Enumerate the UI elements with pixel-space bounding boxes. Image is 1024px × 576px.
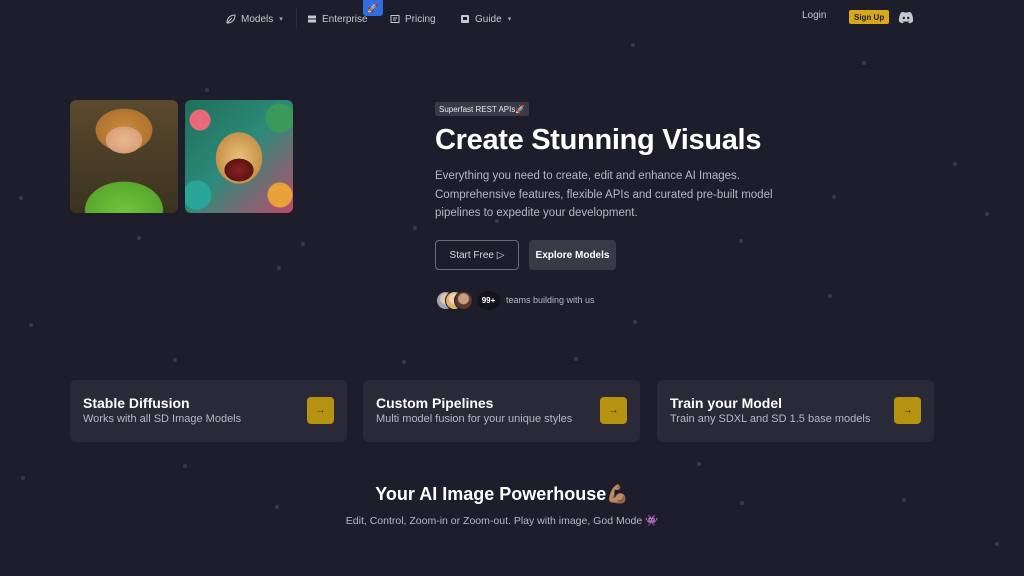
feature-card-subtitle: Multi model fusion for your unique style… xyxy=(376,413,572,425)
nav-divider xyxy=(296,8,297,28)
avatar xyxy=(454,291,473,310)
background-dot xyxy=(574,357,578,361)
start-free-button[interactable]: Start Free ▷ xyxy=(435,240,519,270)
chevron-down-icon: ▾ xyxy=(508,15,512,23)
background-dot xyxy=(631,43,635,47)
signup-button[interactable]: Sign Up xyxy=(849,10,889,24)
feature-card-stable-diffusion[interactable]: Stable Diffusion Works with all SD Image… xyxy=(70,380,347,442)
hero-description: Everything you need to create, edit and … xyxy=(435,167,775,223)
arrow-right-icon[interactable]: → xyxy=(894,397,921,424)
nav-models-label: Models xyxy=(241,14,273,25)
arrow-right-icon[interactable]: → xyxy=(307,397,334,424)
powerhouse-subtitle: Edit, Control, Zoom-in or Zoom-out. Play… xyxy=(0,514,1004,527)
team-count-badge: 99+ xyxy=(477,291,500,310)
background-dot xyxy=(301,242,305,246)
feature-card-train-model[interactable]: Train your Model Train any SDXL and SD 1… xyxy=(657,380,934,442)
background-dot xyxy=(173,358,177,362)
rocket-icon: 🚀 xyxy=(367,3,378,14)
background-dot xyxy=(277,266,281,270)
powerhouse-title: Your AI Image Powerhouse💪🏽 xyxy=(0,484,1004,505)
background-dot xyxy=(21,476,25,480)
nav-enterprise-label: Enterprise xyxy=(322,14,368,25)
background-dot xyxy=(29,323,33,327)
background-dot xyxy=(275,505,279,509)
nav-models[interactable]: Models ▾ xyxy=(226,12,283,26)
landing-page: Models ▾ Enterprise 🚀 Pricing Guide ▾ Lo… xyxy=(0,0,1024,576)
background-dot xyxy=(402,360,406,364)
nav-pricing-label: Pricing xyxy=(405,14,436,25)
login-link[interactable]: Login xyxy=(802,10,826,21)
feature-card-custom-pipelines[interactable]: Custom Pipelines Multi model fusion for … xyxy=(363,380,640,442)
boy-portrait-image xyxy=(70,100,178,213)
background-dot xyxy=(633,320,637,324)
pricing-icon xyxy=(390,14,400,24)
background-dot xyxy=(205,88,209,92)
feature-card-title: Train your Model xyxy=(670,395,782,411)
background-dot xyxy=(183,464,187,468)
background-dot xyxy=(832,195,836,199)
background-dot xyxy=(413,226,417,230)
feature-card-subtitle: Train any SDXL and SD 1.5 base models xyxy=(670,413,870,425)
hero-headline: Create Stunning Visuals xyxy=(435,124,761,157)
rocket-badge: 🚀 xyxy=(363,0,383,16)
api-tag-badge: Superfast REST APIs🚀 xyxy=(435,102,529,116)
background-dot xyxy=(697,462,701,466)
background-dot xyxy=(828,294,832,298)
nav-pricing[interactable]: Pricing xyxy=(390,12,436,26)
top-navigation: Models ▾ Enterprise 🚀 Pricing Guide ▾ Lo… xyxy=(0,0,1024,38)
nav-enterprise[interactable]: Enterprise xyxy=(307,12,368,26)
teams-text: teams building with us xyxy=(506,295,595,305)
explore-models-button[interactable]: Explore Models xyxy=(529,240,616,270)
lion-artwork-image xyxy=(185,100,293,213)
background-dot xyxy=(985,212,989,216)
nav-guide-label: Guide xyxy=(475,14,502,25)
background-dot xyxy=(739,239,743,243)
leaf-icon xyxy=(226,14,236,24)
background-dot xyxy=(953,162,957,166)
server-icon xyxy=(307,14,317,24)
feature-card-title: Stable Diffusion xyxy=(83,395,190,411)
background-dot xyxy=(995,542,999,546)
feature-card-title: Custom Pipelines xyxy=(376,395,493,411)
team-avatars xyxy=(436,291,476,310)
nav-guide[interactable]: Guide ▾ xyxy=(460,12,511,26)
arrow-right-icon[interactable]: → xyxy=(600,397,627,424)
discord-icon[interactable] xyxy=(898,11,914,24)
feature-card-subtitle: Works with all SD Image Models xyxy=(83,413,241,425)
book-icon xyxy=(460,14,470,24)
background-dot xyxy=(137,236,141,240)
background-dot xyxy=(862,61,866,65)
chevron-down-icon: ▾ xyxy=(279,15,283,23)
background-dot xyxy=(19,196,23,200)
